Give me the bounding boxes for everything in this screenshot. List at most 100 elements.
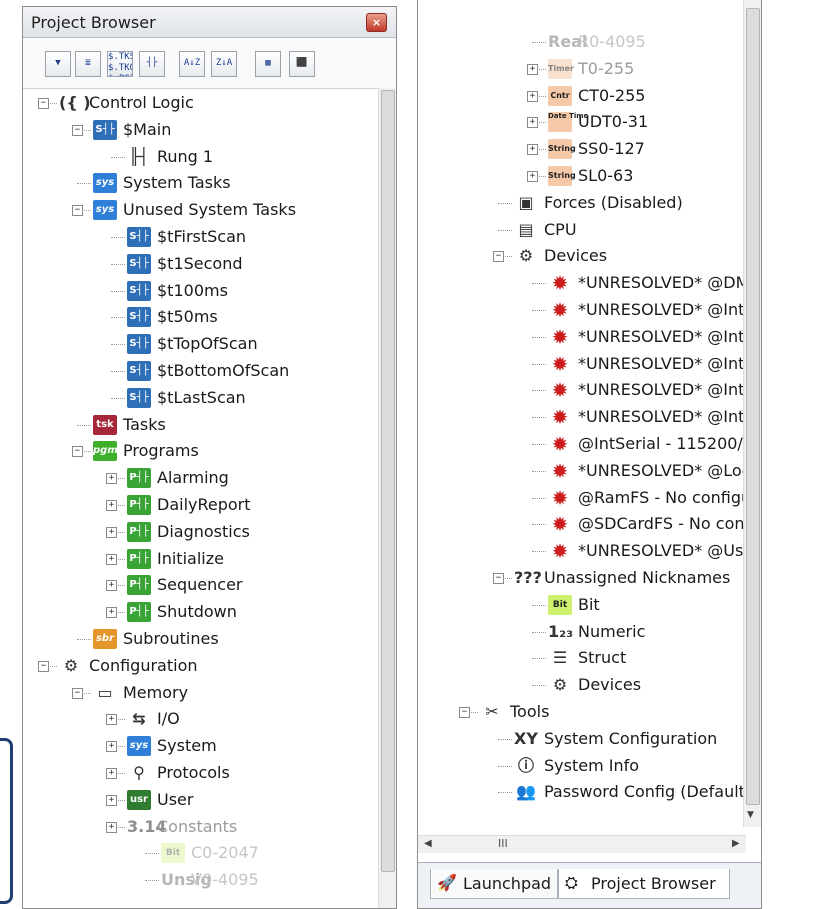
tree-item[interactable]: −??? Unassigned Nicknames <box>418 565 761 591</box>
tree-item[interactable]: ▣ Forces (Disabled) <box>418 190 761 216</box>
collapse-toggle[interactable]: − <box>38 98 49 109</box>
scrollbar-thumb[interactable] <box>381 90 395 872</box>
tree-item[interactable]: ✹ @SDCardFS - No conf <box>418 511 761 537</box>
scroll-down-arrow-icon[interactable]: ▼ <box>747 810 754 820</box>
expand-toggle[interactable]: + <box>527 90 538 102</box>
expand-toggle[interactable]: + <box>527 144 538 156</box>
tab-launchpad[interactable]: 🚀 Launchpad <box>430 869 558 899</box>
tree-item[interactable]: ▤ CPU <box>418 217 761 243</box>
tree-item[interactable]: Bit Bit <box>418 592 761 618</box>
horizontal-scrollbar[interactable]: ◀ III ▶ <box>418 835 746 853</box>
tree-item[interactable]: S┤├ $tLastScan <box>23 385 383 411</box>
tree-item[interactable]: +3.14 Constants <box>23 814 383 840</box>
tree-item[interactable]: + Timer T0-255 <box>418 56 761 82</box>
tree-item[interactable]: + sys System <box>23 733 383 759</box>
collapse-toggle[interactable]: − <box>72 446 83 458</box>
scroll-right-arrow-icon[interactable]: ▶ <box>732 838 740 849</box>
tree-item[interactable]: ✹ *UNRESOLVED* @IntE <box>418 297 761 323</box>
tab-project-browser[interactable]: ⛭ Project Browser <box>558 869 730 899</box>
tree-item[interactable]: + usr User <box>23 787 383 813</box>
tree-item[interactable]: − ⚙ Devices <box>418 243 761 269</box>
tree-item[interactable]: ✹ *UNRESOLVED* @IntE <box>418 351 761 377</box>
scroll-left-arrow-icon[interactable]: ◀ <box>424 838 432 849</box>
tree-item[interactable]: ✹ *UNRESOLVED* @IntE <box>418 324 761 350</box>
collapse-toggle[interactable]: − <box>493 573 504 584</box>
tree-item[interactable]: + P┤├ Initialize <box>23 546 383 572</box>
tree-item[interactable]: + String SS0-127 <box>418 136 761 162</box>
expand-toggle[interactable]: + <box>106 741 117 753</box>
tree-item[interactable]: 👥 Password Config (Default U <box>418 779 761 805</box>
toolbar-sort-az-button[interactable]: A↓Z <box>179 51 205 77</box>
expand-toggle[interactable]: + <box>527 63 538 75</box>
toolbar-rung-button[interactable]: ┤├ <box>139 51 165 77</box>
scrollbar-thumb-right[interactable] <box>746 8 760 805</box>
toolbar-stack-button[interactable]: $.TKS $.TKO $.PGI <box>107 51 133 77</box>
tree-item[interactable]: + P┤├ Shutdown <box>23 599 383 625</box>
expand-toggle[interactable]: + <box>106 768 117 779</box>
collapse-toggle[interactable]: − <box>493 251 504 263</box>
collapse-toggle[interactable]: − <box>72 205 83 217</box>
tree-item[interactable]: S┤├ $tBottomOfScan <box>23 358 383 384</box>
tree-item[interactable]: + String SL0-63 <box>418 163 761 189</box>
vertical-scrollbar-left[interactable] <box>378 88 396 908</box>
tree-item[interactable]: − ✂ Tools <box>418 699 761 725</box>
collapse-toggle[interactable]: − <box>459 707 470 718</box>
tree-item[interactable]: ✹ @RamFS - No configu <box>418 485 761 511</box>
expand-toggle[interactable]: + <box>527 171 538 182</box>
tree-item[interactable]: tsk Tasks <box>23 412 383 438</box>
toolbar-filter-button[interactable]: ▼ <box>45 51 71 77</box>
tree-item[interactable]: sbr Subroutines <box>23 626 383 652</box>
tree-item[interactable]: + P┤├ Sequencer <box>23 572 383 598</box>
tree-item[interactable]: Unsig V0-4095 <box>23 867 383 893</box>
tree-item[interactable]: + P┤├ Alarming <box>23 465 383 491</box>
expand-toggle[interactable]: + <box>106 714 117 726</box>
toolbar-sort-za-button[interactable]: Z↓A <box>211 51 237 77</box>
tree-item[interactable]: XY System Configuration <box>418 726 761 752</box>
expand-toggle[interactable]: + <box>106 526 117 538</box>
tree-item[interactable]: − sys Unused System Tasks <box>23 197 383 223</box>
expand-toggle[interactable]: + <box>106 821 117 833</box>
tree-item[interactable]: − pgm Programs <box>23 438 383 464</box>
tree-item[interactable]: ╟┤ Rung 1 <box>23 144 383 170</box>
tree-item[interactable]: S┤├ $tTopOfScan <box>23 331 383 357</box>
tree-item[interactable]: ✹ *UNRESOLVED* @IntP <box>418 404 761 430</box>
tree-item[interactable]: 1₂₃ Numeric <box>418 619 761 645</box>
tree-item[interactable]: ☰ Struct <box>418 645 761 671</box>
expand-toggle[interactable]: + <box>106 553 117 565</box>
tree-item[interactable]: sys System Tasks <box>23 170 383 196</box>
toolbar-project-button[interactable]: ⬛ <box>289 51 315 77</box>
expand-toggle[interactable]: + <box>106 794 117 806</box>
toolbar-grid-button[interactable]: ▦ <box>255 51 281 77</box>
tree-item[interactable]: − ⚙ Configuration <box>23 653 383 679</box>
tree-item[interactable]: − S┤├ $Main <box>23 117 383 143</box>
tree-item[interactable]: ✹ @IntSerial - 115200/8/1 <box>418 431 761 457</box>
tree-item[interactable]: ✹ *UNRESOLVED* @IntM <box>418 377 761 403</box>
expand-toggle[interactable]: + <box>106 473 117 485</box>
collapse-toggle[interactable]: − <box>38 660 49 672</box>
tree-item[interactable]: Real R0-4095 <box>418 29 761 55</box>
expand-toggle[interactable]: + <box>527 117 538 129</box>
expand-toggle[interactable]: + <box>106 500 117 511</box>
collapse-toggle[interactable]: − <box>72 687 83 699</box>
vertical-scrollbar-right[interactable]: ▼ <box>743 0 761 827</box>
tree-item[interactable]: −({ ) Control Logic <box>23 90 383 116</box>
scroll-grip[interactable]: III <box>498 837 508 850</box>
toolbar-collapse-all-button[interactable]: ≣ <box>75 51 101 77</box>
tree-item[interactable]: Bit C0-2047 <box>23 840 383 866</box>
tree-item[interactable]: − ▭ Memory <box>23 680 383 706</box>
tree-item[interactable]: ✹ *UNRESOLVED* @DMI <box>418 270 761 296</box>
tree-item[interactable]: ✹ *UNRESOLVED* @User <box>418 538 761 564</box>
tree-item[interactable]: + ⚲ Protocols <box>23 760 383 786</box>
tree-item[interactable]: S┤├ $tFirstScan <box>23 224 383 250</box>
tree-item[interactable]: + ⇆ I/O <box>23 706 383 732</box>
tree-item[interactable]: ⚙ Devices <box>418 672 761 698</box>
tree-item[interactable]: ✹ *UNRESOLVED* @Loca <box>418 458 761 484</box>
tree-item[interactable]: + Cntr CT0-255 <box>418 83 761 109</box>
collapse-toggle[interactable]: − <box>72 124 83 136</box>
tree-item[interactable]: S┤├ $t100ms <box>23 278 383 304</box>
tree-item[interactable]: ⓘ System Info <box>418 753 761 779</box>
tree-item[interactable]: S┤├ $t1Second <box>23 251 383 277</box>
expand-toggle[interactable]: + <box>106 580 117 592</box>
tree-item[interactable]: + P┤├ Diagnostics <box>23 519 383 545</box>
expand-toggle[interactable]: + <box>106 607 117 619</box>
